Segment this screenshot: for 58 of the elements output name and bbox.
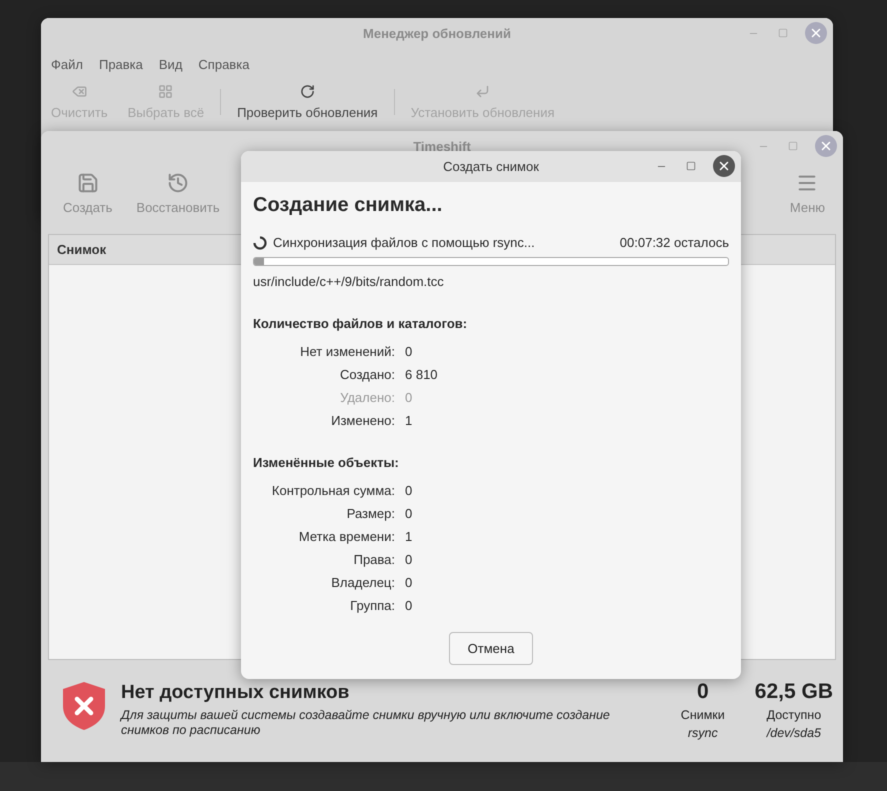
close-icon [819,139,833,153]
maximize-icon[interactable] [788,141,798,151]
stat-label: Владелец: [330,575,395,590]
status-heading: Нет доступных снимков [121,682,350,704]
stat-value: 0 [405,598,414,613]
stat-label: Удалено: [339,390,395,405]
time-remaining: 00:07:32 осталось [620,235,729,250]
stat-label: Изменено: [330,413,395,428]
stat-label: Группа: [349,598,395,613]
maximize-icon[interactable] [686,161,696,171]
stat-value: 6 810 [405,367,439,382]
close-icon [809,26,823,40]
menu-item[interactable]: Справка [198,57,250,72]
menu-item[interactable]: Файл [51,57,83,72]
stat-label: Нет изменений: [299,344,395,359]
window-title: Менеджер обновлений [363,26,511,41]
backspace-icon [72,84,87,99]
history-icon [167,172,190,194]
status-message: Для защиты вашей системы создавайте снимки вручную или включите создание снимков по расписанию [121,708,611,738]
stat-detail: rsync [688,726,718,740]
toolbar-button[interactable]: Проверить обновления [227,82,388,122]
stat-value: 0 [405,552,414,567]
stat-value: 0 [696,680,709,704]
section-title: Количество файлов и каталогов: [253,316,468,331]
close-icon [717,159,731,173]
maximize-icon[interactable] [778,28,788,38]
return-arrow-icon [475,84,490,99]
window-title: Создать снимок [443,159,539,174]
spinner-icon [253,236,267,250]
stat-label: Метка времени: [298,529,395,544]
stat-value: 0 [405,506,414,521]
window-title: Timeshift [413,139,471,154]
stat-value: 0 [405,390,414,405]
stat-detail: /dev/sda5 [766,726,821,740]
grid-icon [158,84,174,99]
stat-value: 0 [405,575,414,590]
menu-item[interactable]: Правка [98,57,143,72]
task-status: Синхронизация файлов с помощью rsync... [273,235,536,250]
stat-value: 1 [405,529,414,544]
current-file: usr/include/c++/9/bits/random.tcc [253,274,445,289]
stat-value: 0 [405,344,414,359]
stat-value: 62,5 GB [754,680,833,704]
cancel-button[interactable]: Отмена [448,632,534,665]
stat-value: 1 [405,413,414,428]
stat-label: Размер: [346,506,395,521]
dialog-heading: Создание снимка... [253,194,444,217]
column-header: Снимок [56,241,108,259]
refresh-icon [300,84,315,99]
stat-label: Создано: [339,367,395,382]
error-shield-icon [61,680,107,732]
stat-value: 0 [405,483,414,498]
close-button[interactable] [713,155,735,177]
menu-item[interactable]: Вид [158,57,182,72]
section-title: Изменённые объекты: [253,455,400,470]
stat-label: Контрольная сумма: [270,483,395,498]
stat-label: Доступно [766,708,822,722]
stat-label: Снимки [680,708,725,722]
stat-label: Права: [352,552,395,567]
